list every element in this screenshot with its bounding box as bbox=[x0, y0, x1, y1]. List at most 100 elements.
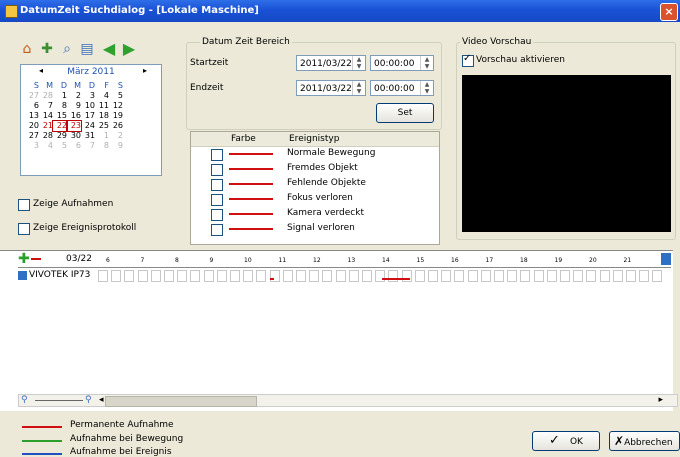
end-date-spinner[interactable]: ▲ ▼ bbox=[352, 81, 365, 95]
calendar-day[interactable]: 25 bbox=[95, 121, 109, 131]
calendar-day[interactable]: 8 bbox=[53, 101, 67, 111]
timeline-cell[interactable] bbox=[177, 270, 188, 282]
zoom-slider-track[interactable] bbox=[35, 400, 83, 401]
timeline-cell[interactable] bbox=[98, 270, 108, 282]
timeline-cell[interactable] bbox=[639, 270, 650, 282]
calendar-day[interactable]: 4 bbox=[39, 141, 53, 151]
timeline-cell[interactable] bbox=[269, 270, 280, 282]
timeline-cell[interactable] bbox=[586, 270, 597, 282]
event-row[interactable]: Normale Bewegung bbox=[191, 147, 439, 161]
calendar-day[interactable]: 9 bbox=[109, 141, 123, 151]
calendar[interactable]: ◂ März 2011 ▸ S M D M D F S 27 28 1 2 3 4 5 6 7 8 9 10 11 12… bbox=[20, 64, 162, 176]
timeline-cell[interactable] bbox=[652, 270, 663, 282]
timeline-cell[interactable] bbox=[296, 270, 306, 282]
calendar-day[interactable]: 16 bbox=[67, 111, 81, 121]
calendar-day[interactable]: 5 bbox=[53, 141, 67, 151]
calendar-day[interactable]: 2 bbox=[67, 91, 81, 101]
forward-icon[interactable]: ▶ bbox=[120, 40, 138, 58]
calendar-day[interactable]: 23 bbox=[66, 120, 82, 132]
timeline-cell[interactable] bbox=[124, 270, 135, 282]
filter-icon[interactable]: ▤ bbox=[78, 40, 96, 58]
end-time-spinner[interactable]: ▲ ▼ bbox=[420, 81, 433, 95]
event-row[interactable]: Fehlende Objekte bbox=[191, 177, 439, 191]
calendar-day[interactable]: 22 bbox=[52, 120, 68, 132]
calendar-day[interactable]: 18 bbox=[95, 111, 109, 121]
calendar-day[interactable]: 28 bbox=[39, 91, 53, 101]
calendar-day[interactable]: 4 bbox=[95, 91, 109, 101]
timeline-cell[interactable] bbox=[309, 270, 320, 282]
calendar-day[interactable]: 10 bbox=[81, 101, 95, 111]
calendar-day[interactable]: 27 bbox=[25, 91, 39, 101]
calendar-day[interactable]: 30 bbox=[67, 131, 81, 141]
timeline-cell[interactable] bbox=[560, 270, 570, 282]
timeline-cell[interactable] bbox=[467, 270, 478, 282]
timeline-cell[interactable] bbox=[256, 270, 267, 282]
calendar-day[interactable]: 24 bbox=[81, 121, 95, 131]
timeline-panel[interactable]: ✚ 03/22 6 7 8 9 10 11 12 13 14 15 16 17 18 19 20 21 VIV… bbox=[0, 250, 673, 411]
set-button[interactable]: Set bbox=[376, 103, 434, 123]
timeline-cell[interactable] bbox=[599, 270, 610, 282]
calendar-day[interactable]: 29 bbox=[53, 131, 67, 141]
event-checkbox[interactable] bbox=[211, 209, 223, 221]
end-date-field[interactable]: 2011/03/22 ▲ ▼ bbox=[296, 80, 366, 96]
calendar-day[interactable]: 5 bbox=[109, 91, 123, 101]
zoom-out-icon[interactable]: ⚲ bbox=[21, 395, 28, 405]
scroll-left-icon[interactable]: ◂ bbox=[99, 395, 104, 405]
timeline-cell[interactable] bbox=[375, 270, 386, 282]
event-row[interactable]: Signal verloren bbox=[191, 222, 439, 236]
event-checkbox[interactable] bbox=[211, 194, 223, 206]
show-event-log-checkbox[interactable] bbox=[18, 223, 30, 235]
calendar-day[interactable]: 11 bbox=[95, 101, 109, 111]
calendar-day[interactable]: 31 bbox=[81, 131, 95, 141]
calendar-day[interactable]: 7 bbox=[81, 141, 95, 151]
timeline-cell[interactable] bbox=[441, 270, 452, 282]
timeline-cell[interactable] bbox=[401, 270, 412, 282]
back-icon[interactable]: ◀ bbox=[100, 40, 118, 58]
timeline-cell[interactable] bbox=[612, 270, 623, 282]
timeline-cell[interactable] bbox=[533, 270, 544, 282]
start-time-field[interactable]: 00:00:00 ▲ ▼ bbox=[370, 55, 434, 71]
ok-button[interactable]: ✓ OK bbox=[532, 431, 600, 451]
timeline-corner-icon[interactable] bbox=[661, 253, 671, 265]
timeline-cell[interactable] bbox=[388, 270, 399, 282]
calendar-day[interactable]: 8 bbox=[95, 141, 109, 151]
timeline-cell[interactable] bbox=[520, 270, 531, 282]
start-time-spinner[interactable]: ▲ ▼ bbox=[420, 56, 433, 70]
timeline-cell[interactable] bbox=[428, 270, 438, 282]
event-checkbox[interactable] bbox=[211, 224, 223, 236]
timeline-cell[interactable] bbox=[137, 270, 148, 282]
scroll-thumb[interactable] bbox=[105, 396, 257, 407]
calendar-day[interactable]: 28 bbox=[39, 131, 53, 141]
camera-row[interactable]: VIVOTEK IP73 bbox=[18, 268, 671, 284]
calendar-day[interactable]: 7 bbox=[39, 101, 53, 111]
event-checkbox[interactable] bbox=[211, 164, 223, 176]
timeline-cell[interactable] bbox=[335, 270, 346, 282]
timeline-cell[interactable] bbox=[282, 270, 293, 282]
timeline-cell[interactable] bbox=[546, 270, 557, 282]
event-checkbox[interactable] bbox=[211, 149, 223, 161]
timeline-cell[interactable] bbox=[414, 270, 425, 282]
timeline-cell[interactable] bbox=[230, 270, 240, 282]
calendar-day[interactable]: 27 bbox=[25, 131, 39, 141]
calendar-day[interactable]: 1 bbox=[53, 91, 67, 101]
timeline-cell[interactable] bbox=[454, 270, 465, 282]
calendar-day[interactable]: 12 bbox=[109, 101, 123, 111]
timeline-cell[interactable] bbox=[164, 270, 174, 282]
event-checkbox[interactable] bbox=[211, 179, 223, 191]
timeline-cell[interactable] bbox=[203, 270, 214, 282]
zoom-icon[interactable]: ⌕ bbox=[58, 40, 76, 58]
timeline-cell[interactable] bbox=[348, 270, 359, 282]
cancel-button[interactable]: ✗Abbrechen bbox=[609, 431, 680, 451]
timeline-cell[interactable] bbox=[362, 270, 372, 282]
calendar-day[interactable]: 17 bbox=[81, 111, 95, 121]
calendar-day[interactable]: 6 bbox=[67, 141, 81, 151]
next-month-button[interactable]: ▸ bbox=[143, 66, 147, 75]
calendar-day[interactable]: 19 bbox=[109, 111, 123, 121]
calendar-day[interactable]: 26 bbox=[109, 121, 123, 131]
event-row[interactable]: Kamera verdeckt bbox=[191, 207, 439, 221]
add-icon[interactable]: ✚ bbox=[38, 40, 56, 58]
timeline-cell[interactable] bbox=[150, 270, 161, 282]
start-date-spinner[interactable]: ▲ ▼ bbox=[352, 56, 365, 70]
show-recordings-checkbox[interactable] bbox=[18, 199, 30, 211]
event-row[interactable]: Fokus verloren bbox=[191, 192, 439, 206]
